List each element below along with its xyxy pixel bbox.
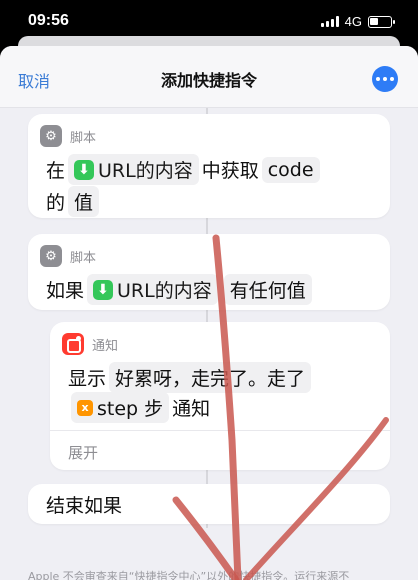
card-caption: 通知 — [62, 333, 118, 355]
notification-text-field[interactable]: 好累呀，走完了。走了 — [109, 362, 312, 393]
end-if-label: 结束如果 — [46, 495, 123, 517]
more-button[interactable] — [372, 66, 398, 92]
page-title: 添加快捷指令 — [160, 71, 257, 90]
condition-field[interactable]: 有任何值 — [223, 274, 312, 305]
add-shortcut-sheet: 取消 添加快捷指令 ⚙ 脚本 在 ⬇ URL的内容 中获取 code 的 值 ⚙ — [0, 46, 418, 580]
action-line: x step 步 通知 — [68, 392, 210, 423]
if-action-card[interactable]: ⚙ 脚本 如果 ⬇ URL的内容 有任何值 — [28, 234, 390, 310]
action-word: 中获取 — [201, 160, 259, 182]
action-word: 通知 — [172, 398, 211, 420]
signal-icon — [320, 16, 339, 27]
action-word: 如果 — [46, 280, 85, 302]
card-caption: ⚙ 脚本 — [40, 245, 96, 267]
action-line: 在 ⬇ URL的内容 中获取 code — [46, 154, 323, 185]
more-dots-icon — [376, 77, 380, 81]
card-caption-label: 通知 — [92, 338, 119, 354]
download-icon: ⬇ — [74, 159, 95, 180]
card-caption-label: 脚本 — [70, 250, 97, 266]
status-indicators: 4G — [320, 14, 395, 29]
gear-icon: ⚙ — [40, 125, 62, 147]
notification-icon — [62, 333, 84, 355]
end-if-card[interactable]: 结束如果 — [28, 484, 390, 524]
expand-row[interactable]: 展开 — [50, 430, 390, 470]
action-line: 显示 好累呀，走完了。走了 — [68, 362, 314, 393]
download-icon: ⬇ — [93, 279, 114, 300]
action-line: 的 值 — [46, 186, 102, 217]
action-word: 在 — [46, 160, 66, 182]
variable-chip-url-content[interactable]: ⬇ URL的内容 — [87, 274, 218, 305]
card-caption: ⚙ 脚本 — [40, 125, 96, 147]
script-action-card[interactable]: ⚙ 脚本 在 ⬇ URL的内容 中获取 code 的 值 — [28, 114, 390, 218]
status-time: 09:56 — [28, 12, 69, 29]
footer-disclaimer: Apple 不会审查来自“快捷指令中心”以外的快捷指令。运行来源不 — [28, 570, 350, 580]
variable-chip-url-content[interactable]: ⬇ URL的内容 — [68, 154, 199, 185]
action-word: 显示 — [68, 368, 107, 390]
sheet-header: 取消 添加快捷指令 — [0, 46, 418, 108]
action-line: 如果 ⬇ URL的内容 有任何值 — [46, 274, 315, 305]
variable-chip-step[interactable]: x step 步 — [71, 392, 170, 423]
expand-button[interactable]: 展开 — [68, 442, 98, 463]
value-field[interactable]: 值 — [68, 186, 100, 217]
step-variable-icon: x — [77, 399, 93, 416]
battery-icon — [368, 15, 395, 28]
action-word: 的 — [46, 192, 66, 214]
card-caption-label: 脚本 — [70, 130, 97, 146]
notification-action-card[interactable]: 通知 显示 好累呀，走完了。走了 x step 步 通知 展开 — [50, 322, 390, 470]
gear-icon: ⚙ — [40, 245, 62, 267]
network-type: 4G — [344, 14, 362, 29]
key-field[interactable]: code — [261, 156, 320, 183]
